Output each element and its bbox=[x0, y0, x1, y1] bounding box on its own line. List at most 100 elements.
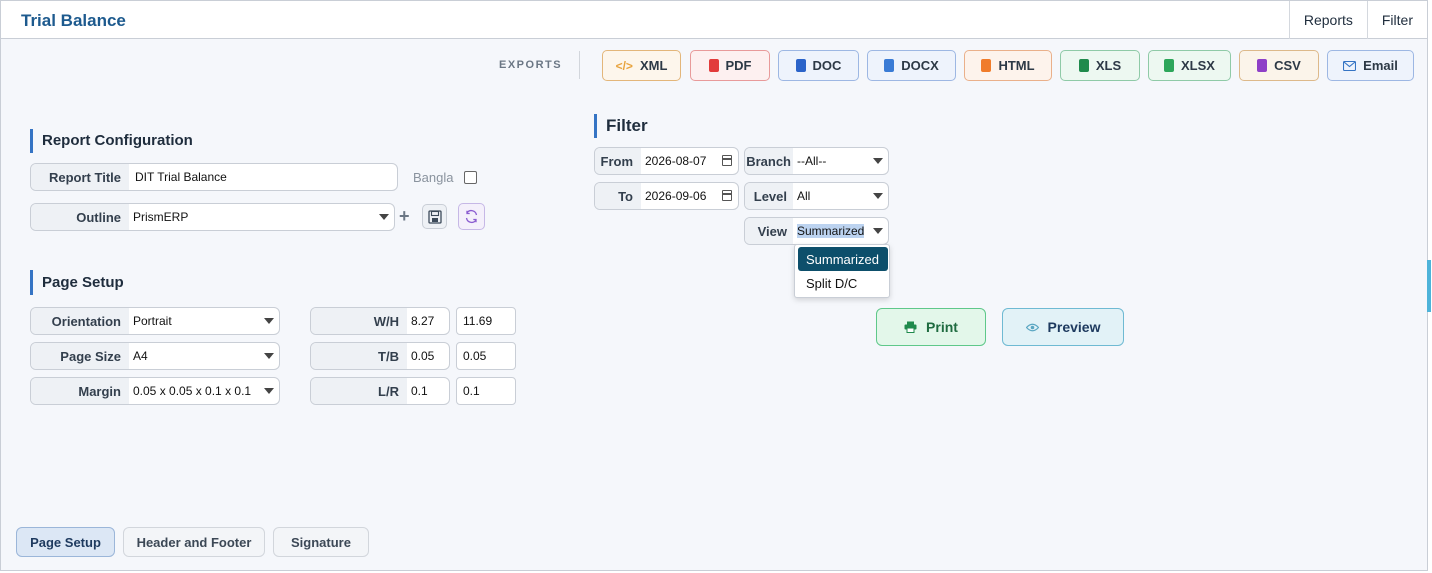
tb-label: T/B bbox=[311, 343, 407, 369]
page-size-label: Page Size bbox=[31, 343, 129, 369]
to-label: To bbox=[595, 183, 641, 209]
save-outline-button[interactable] bbox=[422, 204, 447, 229]
preview-label: Preview bbox=[1047, 319, 1101, 335]
calendar-icon[interactable] bbox=[722, 155, 732, 166]
tab-page-setup[interactable]: Page Setup bbox=[16, 527, 115, 557]
side-panel-handle[interactable] bbox=[1427, 260, 1431, 312]
export-xls-label: XLS bbox=[1095, 58, 1122, 73]
printer-icon bbox=[904, 321, 917, 333]
view-dropdown-menu: Summarized Split D/C bbox=[794, 244, 890, 298]
save-icon bbox=[427, 209, 442, 224]
level-select[interactable]: All bbox=[793, 183, 888, 209]
orientation-value: Portrait bbox=[133, 314, 172, 328]
export-html-label: HTML bbox=[998, 58, 1035, 73]
view-select[interactable]: Summarized bbox=[793, 218, 888, 244]
width-input[interactable]: 8.27 bbox=[407, 308, 449, 334]
tab-signature[interactable]: Signature bbox=[273, 527, 369, 557]
level-label: Level bbox=[745, 183, 793, 209]
bangla-label: Bangla bbox=[413, 170, 454, 185]
report-title-field: Report Title DIT Trial Balance bbox=[30, 163, 398, 191]
export-csv-button[interactable]: CSV bbox=[1239, 50, 1319, 81]
chevron-down-icon bbox=[873, 193, 883, 199]
tab-header-footer[interactable]: Header and Footer bbox=[123, 527, 265, 557]
nav-filter[interactable]: Filter bbox=[1366, 1, 1427, 39]
right-margin-input[interactable]: 0.1 bbox=[456, 377, 516, 405]
to-date-field: To 2026-09-06 bbox=[594, 182, 739, 210]
exports-label: EXPORTS bbox=[499, 59, 563, 71]
to-date-value: 2026-09-06 bbox=[645, 189, 707, 203]
chevron-down-icon bbox=[264, 388, 274, 394]
print-label: Print bbox=[926, 319, 958, 335]
bottom-margin-input[interactable]: 0.05 bbox=[456, 342, 516, 370]
from-date-value: 2026-08-07 bbox=[645, 154, 707, 168]
orientation-label: Orientation bbox=[31, 308, 129, 334]
margin-select[interactable]: 0.05 x 0.05 x 0.1 x 0.1 bbox=[129, 378, 279, 404]
branch-value: --All-- bbox=[797, 154, 827, 168]
outline-select[interactable]: PrismERP bbox=[129, 204, 394, 230]
refresh-icon bbox=[465, 209, 478, 224]
page-size-field: Page Size A4 bbox=[30, 342, 280, 370]
export-doc-label: DOC bbox=[812, 58, 842, 73]
export-xlsx-button[interactable]: XLSX bbox=[1148, 50, 1231, 81]
level-value: All bbox=[797, 189, 811, 203]
view-label: View bbox=[745, 218, 793, 244]
margin-field: Margin 0.05 x 0.05 x 0.1 x 0.1 bbox=[30, 377, 280, 405]
export-xls-button[interactable]: XLS bbox=[1060, 50, 1140, 81]
code-icon: </> bbox=[615, 58, 633, 73]
page-size-value: A4 bbox=[133, 349, 148, 363]
print-button[interactable]: Print bbox=[876, 308, 986, 346]
mail-icon bbox=[1343, 60, 1357, 71]
outline-field: Outline PrismERP bbox=[30, 203, 395, 231]
view-value: Summarized bbox=[797, 224, 865, 238]
from-date-input[interactable]: 2026-08-07 bbox=[641, 148, 738, 174]
margin-value: 0.05 x 0.05 x 0.1 x 0.1 bbox=[133, 384, 252, 398]
page-size-select[interactable]: A4 bbox=[129, 343, 279, 369]
filter-title: Filter bbox=[594, 114, 648, 138]
exports-divider bbox=[579, 51, 580, 79]
chevron-down-icon bbox=[873, 228, 883, 234]
report-title-label: Report Title bbox=[31, 164, 129, 190]
margin-label: Margin bbox=[31, 378, 129, 404]
branch-select[interactable]: --All-- bbox=[793, 148, 888, 174]
to-date-input[interactable]: 2026-09-06 bbox=[641, 183, 738, 209]
xls-file-icon bbox=[1078, 59, 1089, 72]
export-xml-button[interactable]: </> XML bbox=[602, 50, 681, 81]
bangla-checkbox[interactable] bbox=[464, 171, 477, 184]
top-margin-input[interactable]: 0.05 bbox=[407, 343, 449, 369]
from-label: From bbox=[595, 148, 641, 174]
view-option-split-dc[interactable]: Split D/C bbox=[798, 271, 888, 295]
report-config-title: Report Configuration bbox=[30, 129, 193, 153]
calendar-icon[interactable] bbox=[722, 190, 732, 201]
export-pdf-button[interactable]: PDF bbox=[690, 50, 770, 81]
from-date-field: From 2026-08-07 bbox=[594, 147, 739, 175]
view-field: View Summarized bbox=[744, 217, 889, 245]
export-docx-button[interactable]: DOCX bbox=[867, 50, 956, 81]
orientation-select[interactable]: Portrait bbox=[129, 308, 279, 334]
report-title-input[interactable]: DIT Trial Balance bbox=[129, 164, 397, 190]
export-doc-button[interactable]: DOC bbox=[778, 50, 859, 81]
height-input[interactable]: 11.69 bbox=[456, 307, 516, 335]
branch-label: Branch bbox=[745, 148, 793, 174]
export-html-button[interactable]: HTML bbox=[964, 50, 1052, 81]
chevron-down-icon bbox=[873, 158, 883, 164]
outline-label: Outline bbox=[31, 204, 129, 230]
refresh-outline-button[interactable] bbox=[458, 203, 485, 230]
export-email-label: Email bbox=[1363, 58, 1398, 73]
export-xlsx-label: XLSX bbox=[1181, 58, 1215, 73]
export-pdf-label: PDF bbox=[725, 58, 752, 73]
export-email-button[interactable]: Email bbox=[1327, 50, 1414, 81]
tb-field: T/B 0.05 bbox=[310, 342, 450, 370]
top-bar: Trial Balance Reports Filter bbox=[1, 1, 1427, 39]
chevron-down-icon bbox=[379, 214, 389, 220]
lr-label: L/R bbox=[311, 378, 407, 404]
orientation-field: Orientation Portrait bbox=[30, 307, 280, 335]
level-field: Level All bbox=[744, 182, 889, 210]
nav-reports[interactable]: Reports bbox=[1288, 1, 1367, 39]
eye-icon bbox=[1025, 323, 1039, 331]
csv-file-icon bbox=[1257, 59, 1268, 72]
left-margin-input[interactable]: 0.1 bbox=[407, 378, 449, 404]
add-icon[interactable]: + bbox=[399, 207, 410, 225]
page-setup-title: Page Setup bbox=[30, 270, 124, 295]
view-option-summarized[interactable]: Summarized bbox=[798, 247, 888, 271]
preview-button[interactable]: Preview bbox=[1002, 308, 1124, 346]
